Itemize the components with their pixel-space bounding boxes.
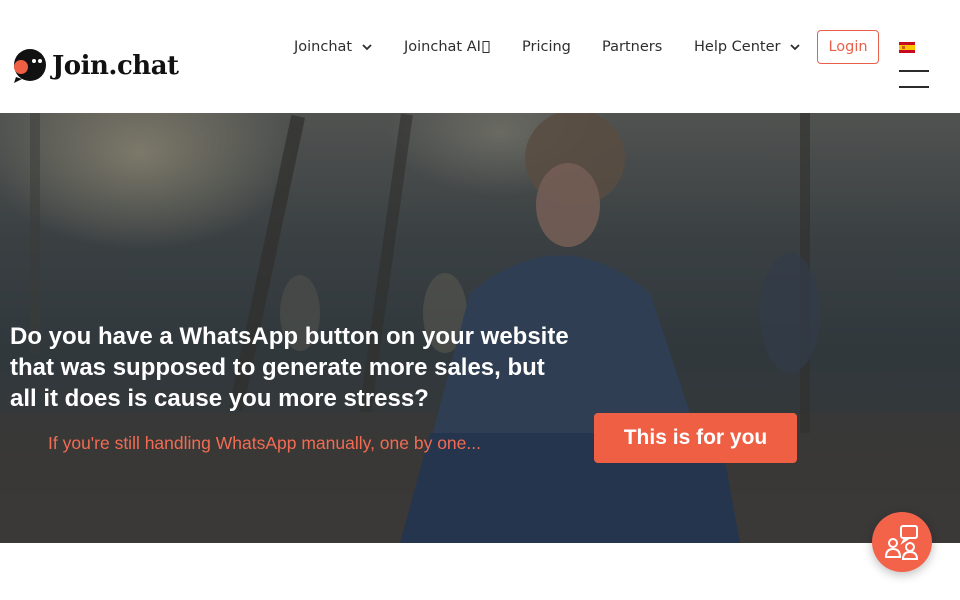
hero-section: Do you have a WhatsApp button on your we… xyxy=(0,113,960,543)
nav-label: Joinchat xyxy=(294,39,353,55)
chat-support-button[interactable] xyxy=(872,512,932,572)
glyph-box-icon xyxy=(482,41,490,53)
main-nav: Joinchat Joinchat AI Pricing Partners He… xyxy=(0,36,960,58)
nav-item-joinchat[interactable]: Joinchat xyxy=(294,36,373,58)
hamburger-icon[interactable] xyxy=(899,70,929,90)
hero-headline: Do you have a WhatsApp button on your we… xyxy=(10,323,569,412)
nav-item-pricing[interactable]: Pricing xyxy=(522,36,571,58)
nav-item-joinchat-ai[interactable]: Joinchat AI xyxy=(404,36,490,58)
chevron-down-icon xyxy=(362,44,372,51)
nav-label: Pricing xyxy=(522,39,571,55)
this-is-for-you-button[interactable]: This is for you xyxy=(594,413,797,463)
chat-support-icon xyxy=(884,525,919,560)
site-header: Join.chat Joinchat Joinchat AI Pricing P… xyxy=(0,0,960,113)
chevron-down-icon xyxy=(790,44,801,51)
login-button[interactable]: Login xyxy=(817,30,879,64)
nav-item-help-center[interactable]: Help Center xyxy=(694,36,801,58)
es-flag-icon[interactable] xyxy=(899,42,915,53)
nav-label: Partners xyxy=(602,39,663,55)
nav-label: Help Center xyxy=(694,39,781,55)
nav-label: Joinchat AI xyxy=(404,39,481,55)
nav-item-partners[interactable]: Partners xyxy=(602,36,662,58)
hero-subline: If you're still handling WhatsApp manual… xyxy=(48,433,481,453)
